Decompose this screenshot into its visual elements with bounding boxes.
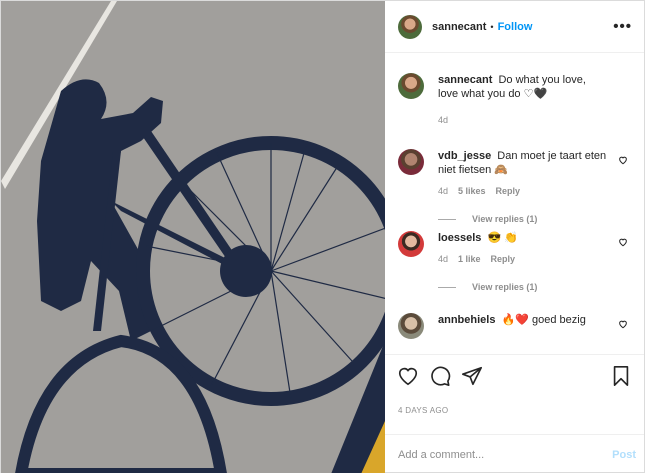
avatar[interactable] xyxy=(398,73,424,99)
view-replies-button[interactable]: View replies (1) xyxy=(438,282,608,292)
follow-button[interactable]: Follow xyxy=(498,21,533,33)
heart-icon[interactable] xyxy=(397,365,419,387)
comment-icon[interactable] xyxy=(429,365,451,387)
avatar[interactable] xyxy=(398,313,424,339)
add-comment-bar: Post xyxy=(385,434,644,473)
comment-likes[interactable]: 5 likes xyxy=(458,186,486,196)
comment-username[interactable]: annbehiels xyxy=(438,314,495,326)
comment-time[interactable]: 4d xyxy=(438,254,448,264)
bookmark-icon[interactable] xyxy=(610,365,632,387)
comments-list[interactable]: sannecant Do what you love, love what yo… xyxy=(385,53,644,354)
post-button[interactable]: Post xyxy=(612,449,636,461)
comment-heart-icon[interactable] xyxy=(618,237,628,247)
comment-emoji: 🙈 xyxy=(494,164,508,176)
replies-line xyxy=(438,218,456,220)
bicycle-shadow-image xyxy=(1,1,385,473)
action-bar xyxy=(385,354,644,396)
comment-emoji: 😎 👏 xyxy=(487,232,518,244)
comment-username[interactable]: vdb_jesse xyxy=(438,150,491,162)
replies-line xyxy=(438,286,456,288)
avatar[interactable] xyxy=(398,231,424,257)
caption-text: sannecant Do what you love, love what yo… xyxy=(438,73,608,101)
caption-username[interactable]: sannecant xyxy=(438,74,492,86)
caption: sannecant Do what you love, love what yo… xyxy=(398,73,632,149)
post-sidebar: sannecant • Follow ••• sannecant Do what… xyxy=(385,1,644,473)
post-header: sannecant • Follow ••• xyxy=(385,1,644,53)
comment-likes[interactable]: 1 like xyxy=(458,254,481,264)
comment-time[interactable]: 4d xyxy=(438,186,448,196)
reply-button[interactable]: Reply xyxy=(496,186,521,196)
view-replies-button[interactable]: View replies (1) xyxy=(438,214,608,224)
avatar[interactable] xyxy=(398,149,424,175)
comment-text: goed bezig xyxy=(532,314,586,326)
list-item: vdb_jesse Dan moet je taart eten niet fi… xyxy=(398,149,632,231)
separator-dot: • xyxy=(490,21,494,32)
more-icon[interactable]: ••• xyxy=(613,19,632,34)
list-item: loessels 😎 👏 4d 1 like Reply View replie… xyxy=(398,231,632,313)
view-replies-label: View replies (1) xyxy=(472,282,538,292)
header-username[interactable]: sannecant xyxy=(432,21,486,33)
comment-heart-icon[interactable] xyxy=(618,155,628,165)
comment-username[interactable]: loessels xyxy=(438,232,481,244)
caption-time[interactable]: 4d xyxy=(438,115,448,125)
post-photo[interactable] xyxy=(1,1,385,473)
view-replies-label: View replies (1) xyxy=(472,214,538,224)
list-item: annbehiels 🔥❤️ goed bezig xyxy=(398,313,632,353)
reply-button[interactable]: Reply xyxy=(491,254,516,264)
post-dialog: sannecant • Follow ••• sannecant Do what… xyxy=(0,0,645,473)
comment-heart-icon[interactable] xyxy=(618,319,628,329)
avatar[interactable] xyxy=(398,14,422,39)
comment-input[interactable] xyxy=(398,448,613,461)
share-icon[interactable] xyxy=(461,365,483,387)
comment-emoji: 🔥❤️ xyxy=(501,314,529,326)
post-date[interactable]: 4 DAYS AGO xyxy=(385,396,644,434)
